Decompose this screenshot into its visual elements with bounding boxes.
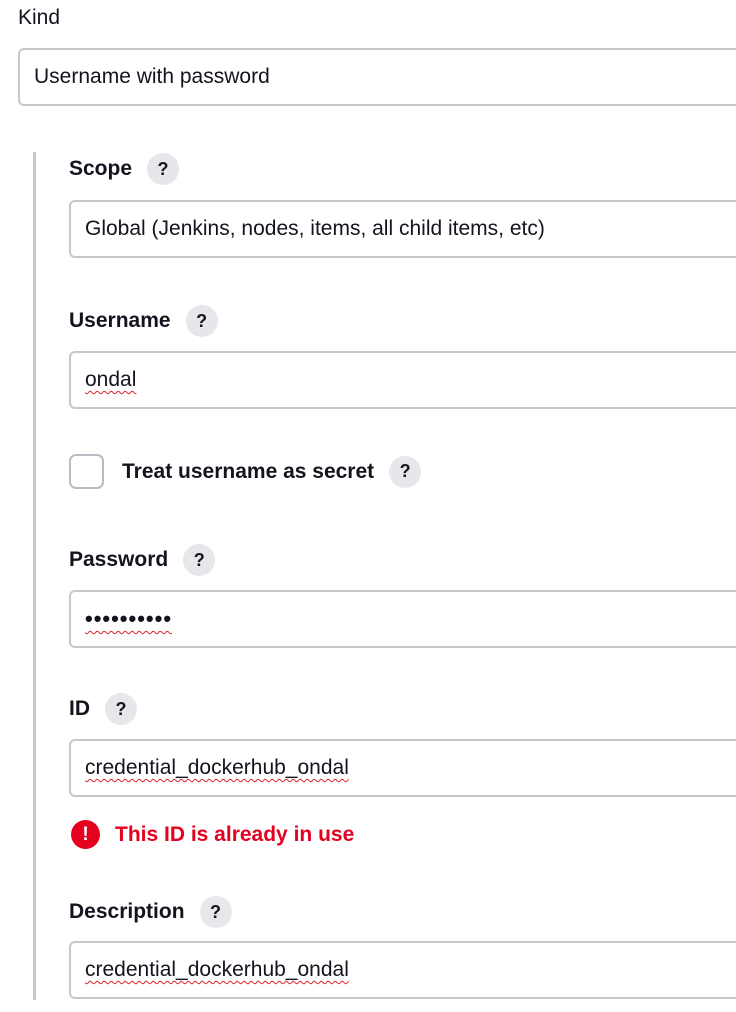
description-label-row: Description ?	[69, 896, 232, 928]
password-label: Password	[69, 548, 169, 571]
scope-help-icon[interactable]: ?	[147, 153, 180, 185]
id-label: ID	[69, 697, 90, 720]
password-label-row: Password ?	[69, 544, 216, 576]
treat-secret-row: Treat username as secret ?	[69, 454, 422, 489]
kind-select-value: Username with password	[34, 65, 270, 88]
scope-label-row: Scope ?	[69, 153, 180, 185]
password-input[interactable]: ••••••••••	[69, 590, 736, 648]
id-error-message: ! This ID is already in use	[71, 820, 354, 849]
section-divider	[33, 152, 36, 1000]
credentials-form: Kind Username with password Scope ? Glob…	[0, 0, 736, 1012]
kind-select[interactable]: Username with password	[18, 48, 736, 106]
username-input-value: ondal	[85, 368, 137, 391]
scope-select-value: Global (Jenkins, nodes, items, all child…	[85, 217, 545, 240]
id-input-value: credential_dockerhub_ondal	[85, 756, 349, 779]
id-label-row: ID ?	[69, 693, 137, 725]
kind-label: Kind	[18, 6, 61, 29]
description-label: Description	[69, 900, 185, 923]
password-help-icon[interactable]: ?	[183, 544, 216, 576]
treat-secret-label[interactable]: Treat username as secret	[122, 460, 374, 484]
treat-secret-checkbox[interactable]	[69, 454, 104, 489]
scope-select[interactable]: Global (Jenkins, nodes, items, all child…	[69, 200, 736, 258]
description-input-value: credential_dockerhub_ondal	[85, 958, 349, 981]
username-label: Username	[69, 309, 171, 332]
id-input[interactable]: credential_dockerhub_ondal	[69, 739, 736, 797]
username-help-icon[interactable]: ?	[185, 305, 218, 337]
description-help-icon[interactable]: ?	[199, 896, 232, 928]
password-input-value: ••••••••••	[85, 606, 173, 631]
description-input[interactable]: credential_dockerhub_ondal	[69, 941, 736, 999]
id-help-icon[interactable]: ?	[105, 693, 137, 725]
scope-label: Scope	[69, 157, 133, 180]
id-error-text: This ID is already in use	[115, 822, 355, 846]
username-label-row: Username ?	[69, 305, 218, 337]
username-input[interactable]: ondal	[69, 351, 736, 409]
error-exclamation-icon: !	[71, 820, 100, 849]
treat-secret-help-icon[interactable]: ?	[389, 455, 422, 488]
